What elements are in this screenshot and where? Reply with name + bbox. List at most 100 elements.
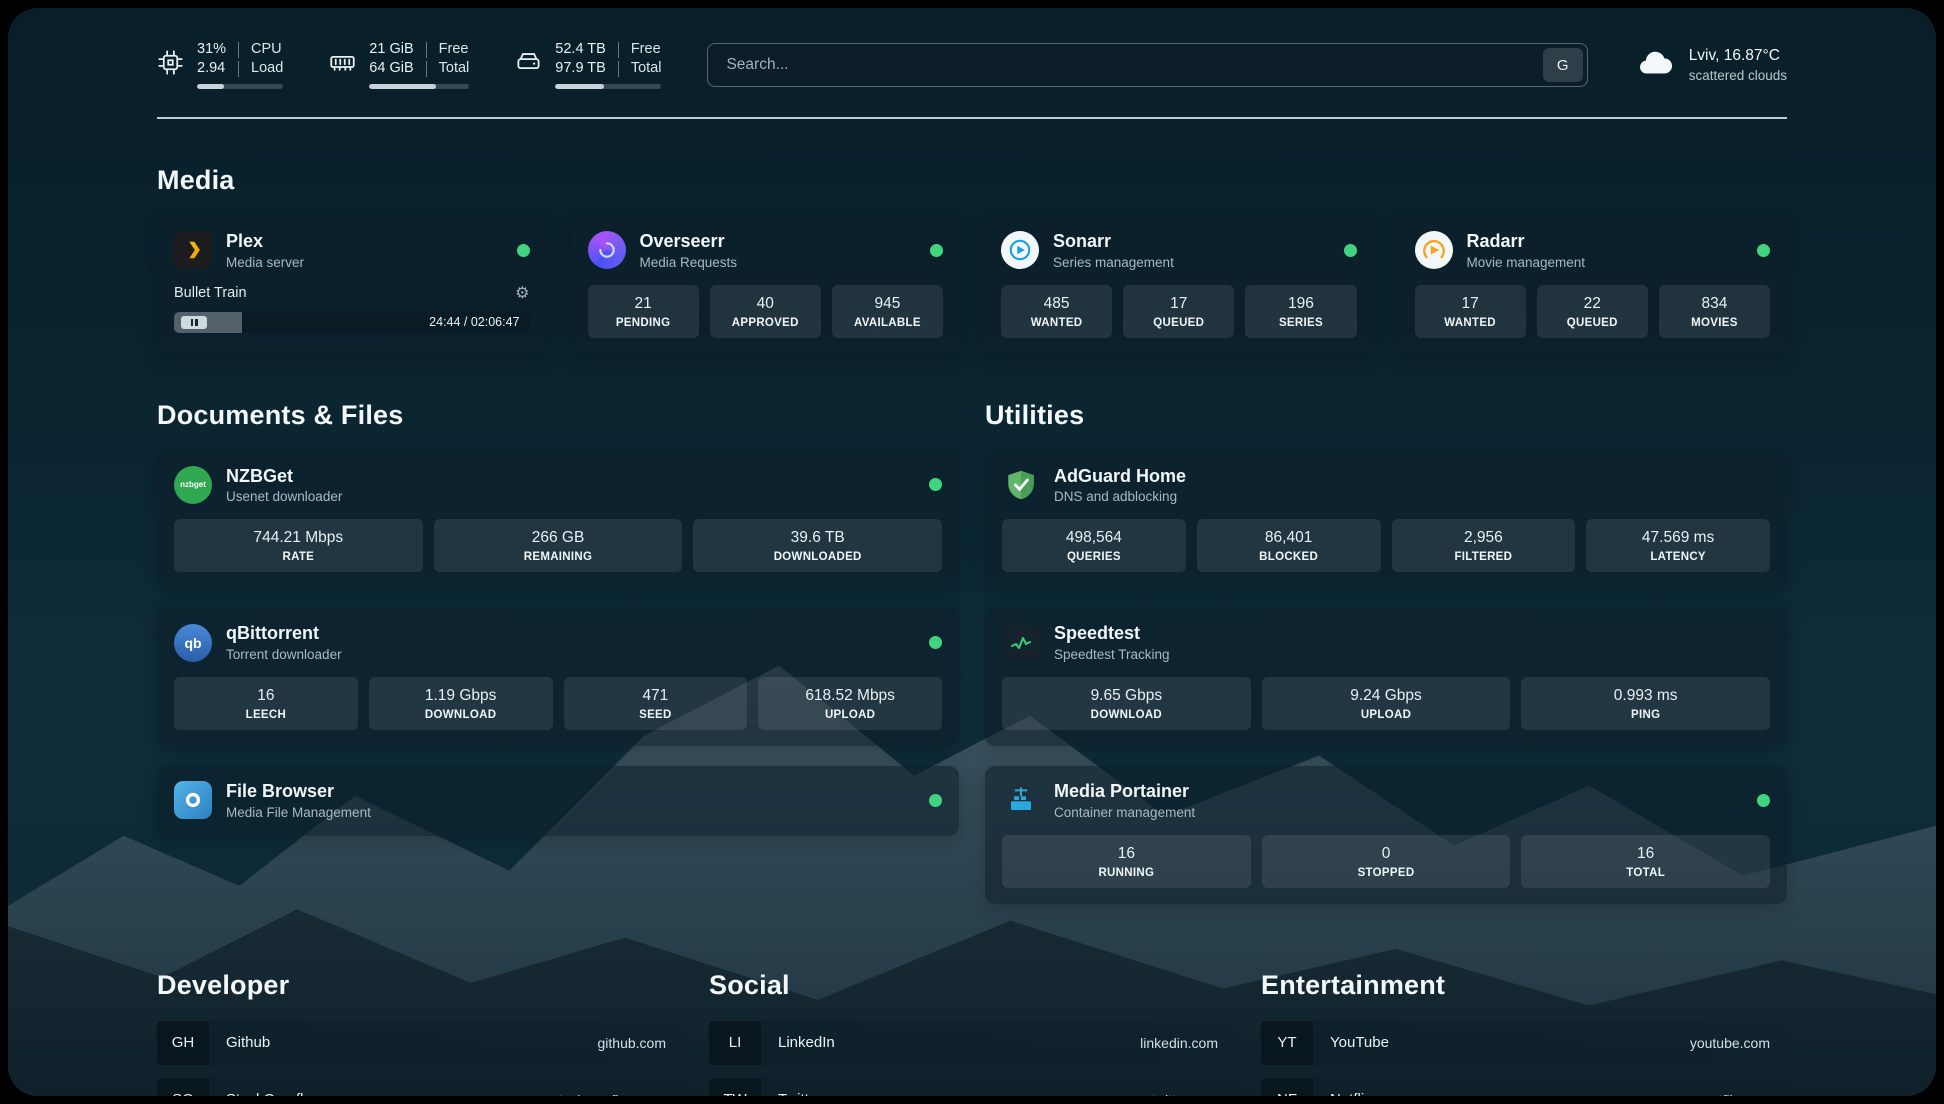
stat-download: 1.19 Gbps DOWNLOAD: [369, 677, 553, 730]
stat-rate: 744.21 Mbps RATE: [174, 519, 423, 572]
radarr-icon: [1415, 231, 1453, 269]
service-card-adguard[interactable]: AdGuard Home DNS and adblocking 498,564 …: [985, 451, 1787, 589]
documents-column: Documents & Files nzbget NZBGet Usenet d…: [157, 354, 959, 856]
stat-downloaded: 39.6 TB DOWNLOADED: [693, 519, 942, 572]
portainer-stats: 16 RUNNING 0 STOPPED 16 TOTAL: [1002, 820, 1770, 888]
stat-upload: 618.52 Mbps UPLOAD: [758, 677, 942, 730]
playback-time: 24:44 / 02:06:47: [429, 315, 519, 329]
disk-readout: 52.4 TB Free 97.9 TB Total: [555, 42, 661, 89]
stat-remaining: 266 GB REMAINING: [434, 519, 683, 572]
memory-icon: [329, 49, 356, 81]
service-card-qbittorrent[interactable]: qb qBittorrent Torrent downloader 16 LEE…: [157, 608, 959, 746]
stat-stopped: 0 STOPPED: [1262, 835, 1511, 888]
service-name: Media Portainer: [1054, 781, 1195, 802]
section-title-media: Media: [157, 165, 1787, 196]
stat-download: 9.65 Gbps DOWNLOAD: [1002, 677, 1251, 730]
filebrowser-titles: File Browser Media File Management: [226, 781, 371, 820]
middle-columns: Documents & Files nzbget NZBGet Usenet d…: [157, 354, 1787, 924]
pause-icon[interactable]: [181, 316, 207, 329]
memory-free-label: Free: [426, 42, 470, 58]
stat-leech: 16 LEECH: [174, 677, 358, 730]
playback-progress-track: 24:44 / 02:06:47: [174, 312, 530, 333]
service-card-radarr[interactable]: Radarr Movie management 17 WANTED 22 QUE…: [1398, 216, 1788, 354]
memory-progress-fill: [369, 84, 436, 89]
stat-wanted: 17 WANTED: [1415, 285, 1526, 338]
stat-running: 16 RUNNING: [1002, 835, 1251, 888]
topbar-divider: [157, 117, 1787, 119]
bookmark-group-developer: Developer GH Github github.com SO StackO…: [157, 924, 683, 1096]
service-card-plex[interactable]: Plex Media server Bullet Train ⚙ 2: [157, 216, 547, 354]
bookmark-groups: Developer GH Github github.com SO StackO…: [157, 924, 1787, 1096]
disk-widget: 52.4 TB Free 97.9 TB Total: [515, 42, 661, 89]
qbittorrent-stats: 16 LEECH 1.19 Gbps DOWNLOAD 471 SEED 6: [174, 662, 942, 730]
stat-blocked: 86,401 BLOCKED: [1197, 519, 1381, 572]
bookmark-twitter[interactable]: TW Twitter twitter.com: [709, 1078, 1235, 1096]
cpu-usage-value: 31%: [197, 42, 238, 58]
status-dot-online: [929, 794, 942, 807]
service-name: Sonarr: [1053, 231, 1174, 252]
service-card-overseerr[interactable]: Overseerr Media Requests 21 PENDING 40 A…: [571, 216, 961, 354]
service-subtitle: Media server: [226, 255, 304, 270]
adguard-titles: AdGuard Home DNS and adblocking: [1054, 466, 1186, 505]
service-name: AdGuard Home: [1054, 466, 1186, 487]
stat-upload: 9.24 Gbps UPLOAD: [1262, 677, 1511, 730]
service-name: Plex: [226, 231, 304, 252]
bookmark-abbr: GH: [157, 1021, 209, 1065]
service-card-sonarr[interactable]: Sonarr Series management 485 WANTED 17 Q…: [984, 216, 1374, 354]
weather-text: Lviv, 16.87°C scattered clouds: [1689, 47, 1787, 83]
portainer-icon: [1002, 781, 1040, 819]
weather-widget[interactable]: Lviv, 16.87°C scattered clouds: [1634, 45, 1787, 86]
speedtest-stats: 9.65 Gbps DOWNLOAD 9.24 Gbps UPLOAD 0.99…: [1002, 662, 1770, 730]
service-card-portainer[interactable]: Media Portainer Container management 16 …: [985, 766, 1787, 904]
overseerr-stats: 21 PENDING 40 APPROVED 945 AVAILABLE: [588, 270, 944, 338]
stat-latency: 47.569 ms LATENCY: [1586, 519, 1770, 572]
service-subtitle: Series management: [1053, 255, 1174, 270]
speedtest-icon: [1002, 624, 1040, 662]
adguard-icon: [1002, 466, 1040, 504]
plex-titles: Plex Media server: [226, 231, 304, 270]
utilities-column: Utilities AdGuard Home DNS and: [985, 354, 1787, 924]
sonarr-icon: [1001, 231, 1039, 269]
stat-wanted: 485 WANTED: [1001, 285, 1112, 338]
bookmark-url: github.com: [598, 1035, 683, 1051]
service-name: qBittorrent: [226, 623, 342, 644]
bookmark-stackoverflow[interactable]: SO StackOverflow stackoverflow.com: [157, 1078, 683, 1096]
stat-queued: 17 QUEUED: [1123, 285, 1234, 338]
bookmark-url: netflix.com: [1703, 1092, 1787, 1096]
service-card-speedtest[interactable]: Speedtest Speedtest Tracking 9.65 Gbps D…: [985, 608, 1787, 746]
stat-approved: 40 APPROVED: [710, 285, 821, 338]
service-subtitle: DNS and adblocking: [1054, 489, 1186, 504]
bookmark-github[interactable]: GH Github github.com: [157, 1021, 683, 1065]
filebrowser-icon: [174, 781, 212, 819]
status-dot-online: [929, 636, 942, 649]
stat-movies: 834 MOVIES: [1659, 285, 1770, 338]
dashboard-frame: 31% CPU 2.94 Load: [8, 8, 1936, 1096]
memory-readout: 21 GiB Free 64 GiB Total: [369, 42, 469, 89]
bookmark-youtube[interactable]: YT YouTube youtube.com: [1261, 1021, 1787, 1065]
cpu-load-label: Load: [238, 61, 283, 77]
gear-icon[interactable]: ⚙: [515, 283, 529, 303]
search-input[interactable]: [707, 43, 1587, 87]
disk-progress-track: [555, 84, 661, 89]
service-card-nzbget[interactable]: nzbget NZBGet Usenet downloader 744.21 M…: [157, 451, 959, 589]
overseerr-titles: Overseerr Media Requests: [640, 231, 738, 270]
bookmark-netflix[interactable]: NF Netflix netflix.com: [1261, 1078, 1787, 1096]
plex-now-playing: Bullet Train ⚙ 24:44 / 02:06:47: [174, 283, 530, 333]
bookmark-group-entertainment: Entertainment YT YouTube youtube.com NF …: [1261, 924, 1787, 1096]
weather-condition: scattered clouds: [1689, 68, 1787, 83]
section-title-entertainment: Entertainment: [1261, 970, 1787, 1001]
plex-icon: [174, 231, 212, 269]
status-dot-online: [1757, 794, 1770, 807]
search-engine-button[interactable]: G: [1543, 48, 1583, 82]
service-subtitle: Container management: [1054, 805, 1195, 820]
service-card-filebrowser[interactable]: File Browser Media File Management: [157, 766, 959, 836]
section-title-social: Social: [709, 970, 1235, 1001]
stat-pending: 21 PENDING: [588, 285, 699, 338]
portainer-titles: Media Portainer Container management: [1054, 781, 1195, 820]
disk-icon: [515, 49, 542, 81]
disk-free-value: 52.4 TB: [555, 42, 618, 58]
media-cards-row: Plex Media server Bullet Train ⚙ 2: [157, 216, 1787, 354]
bookmark-linkedin[interactable]: LI LinkedIn linkedin.com: [709, 1021, 1235, 1065]
status-dot-online: [1757, 244, 1770, 257]
cpu-widget: 31% CPU 2.94 Load: [157, 42, 283, 89]
